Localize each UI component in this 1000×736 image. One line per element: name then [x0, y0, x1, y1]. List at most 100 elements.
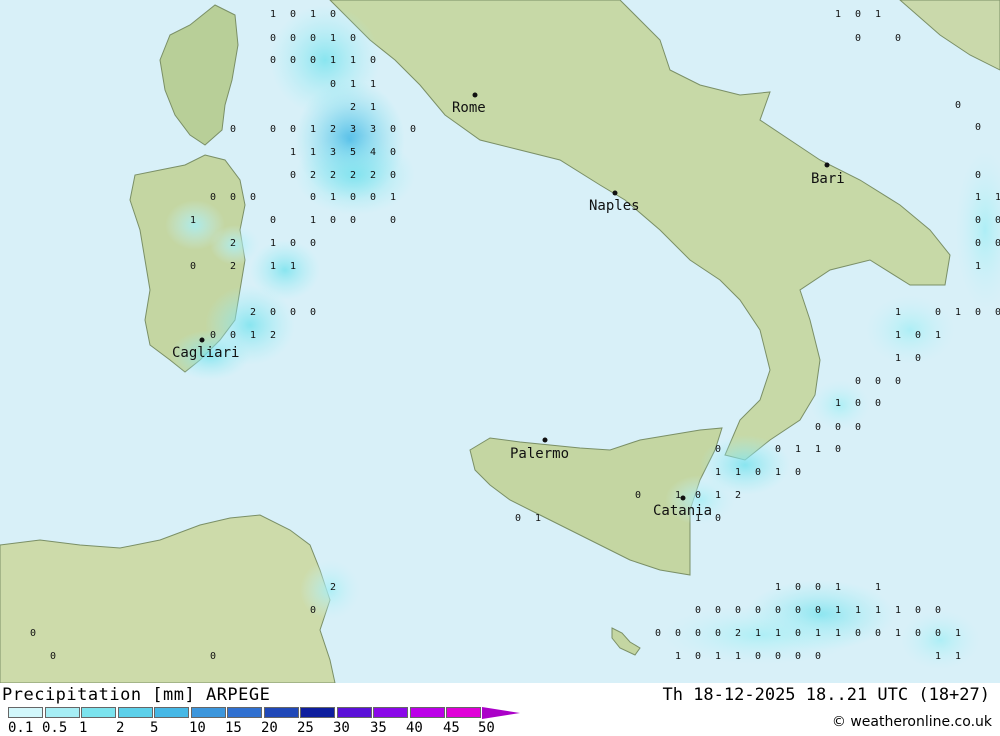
city-dot [824, 162, 830, 168]
precip-value-label: 0 [855, 628, 861, 639]
scale-swatch [409, 707, 445, 718]
precip-value-label: 0 [50, 651, 56, 662]
precip-value-label: 2 [270, 330, 276, 341]
precip-value-label: 2 [330, 170, 336, 181]
precip-value-label: 2 [230, 261, 236, 272]
precip-value-label: 0 [875, 628, 881, 639]
precip-value-label: 1 [935, 330, 941, 341]
precip-value-label: 1 [270, 9, 276, 20]
scale-tick-label: 40 [406, 720, 423, 736]
precip-value-label: 1 [695, 513, 701, 524]
precip-value-label: 0 [755, 651, 761, 662]
precip-value-label: 1 [895, 307, 901, 318]
precip-value-label: 1 [270, 238, 276, 249]
precip-value-label: 1 [310, 215, 316, 226]
precip-value-label: 1 [895, 353, 901, 364]
precip-value-label: 0 [310, 238, 316, 249]
precip-value-label: 1 [975, 192, 981, 203]
precip-value-label: 0 [895, 33, 901, 44]
precip-area [270, 5, 380, 115]
precip-value-label: 0 [210, 192, 216, 203]
precip-value-label: 0 [270, 124, 276, 135]
precip-value-label: 1 [955, 628, 961, 639]
scale-arrow [482, 707, 520, 719]
precip-value-label: 0 [875, 376, 881, 387]
precip-value-label: 1 [715, 490, 721, 501]
precip-value-label: 0 [290, 33, 296, 44]
city-label-cagliari: Cagliari [172, 345, 239, 361]
precip-value-label: 0 [695, 651, 701, 662]
precip-value-label: 1 [310, 124, 316, 135]
precip-value-label: 2 [735, 490, 741, 501]
city-label-palermo: Palermo [510, 446, 569, 462]
precip-value-label: 0 [895, 376, 901, 387]
precip-value-label: 0 [270, 215, 276, 226]
precip-value-label: 0 [290, 307, 296, 318]
precip-value-label: 1 [835, 9, 841, 20]
precip-value-label: 0 [975, 238, 981, 249]
precip-value-label: 1 [815, 444, 821, 455]
precip-value-label: 0 [855, 33, 861, 44]
precip-value-label: 0 [715, 444, 721, 455]
precip-value-label: 0 [795, 467, 801, 478]
scale-tick-label: 30 [333, 720, 350, 736]
precip-value-label: 1 [735, 467, 741, 478]
scale-tick-label: 15 [225, 720, 242, 736]
precip-value-label: 0 [795, 651, 801, 662]
scale-swatch [117, 707, 153, 718]
precip-value-label: 0 [30, 628, 36, 639]
map-canvas: Rome Naples Bari Cagliari Palermo Catani… [0, 0, 1000, 684]
precip-value-label: 0 [795, 582, 801, 593]
precip-value-label: 0 [815, 422, 821, 433]
precip-value-label: 1 [935, 651, 941, 662]
precip-value-label: 0 [815, 582, 821, 593]
scale-swatch [373, 707, 408, 718]
precip-value-label: 0 [935, 605, 941, 616]
precip-value-label: 0 [390, 124, 396, 135]
precip-value-label: 0 [350, 215, 356, 226]
precip-value-label: 5 [350, 147, 356, 158]
scale-tick-label: 25 [297, 720, 314, 736]
precip-value-label: 0 [210, 330, 216, 341]
precip-value-label: 0 [410, 124, 416, 135]
precip-value-label: 0 [330, 9, 336, 20]
precip-value-label: 0 [715, 605, 721, 616]
scale-swatch [263, 707, 299, 718]
precip-value-label: 2 [350, 170, 356, 181]
precip-value-label: 0 [330, 79, 336, 90]
precip-value-label: 0 [270, 307, 276, 318]
precip-value-label: 0 [835, 422, 841, 433]
precip-value-label: 0 [270, 33, 276, 44]
map-title: Precipitation [mm] ARPEGE [2, 685, 271, 705]
precip-value-label: 0 [715, 628, 721, 639]
precip-value-label: 1 [330, 55, 336, 66]
precip-value-label: 0 [795, 628, 801, 639]
precip-value-label: 0 [995, 238, 1000, 249]
precip-color-scale [8, 707, 528, 720]
precip-value-label: 1 [975, 261, 981, 272]
precip-value-label: 3 [370, 124, 376, 135]
precip-value-label: 1 [290, 147, 296, 158]
city-label-catania: Catania [653, 503, 712, 519]
city-label-bari: Bari [811, 171, 845, 187]
precip-value-label: 2 [735, 628, 741, 639]
precip-value-label: 0 [695, 490, 701, 501]
precip-value-label: 0 [250, 192, 256, 203]
precip-value-label: 0 [290, 238, 296, 249]
credit-link[interactable]: © weatheronline.co.uk [832, 714, 992, 730]
precip-value-label: 0 [815, 651, 821, 662]
precip-value-label: 0 [230, 192, 236, 203]
scale-swatch [8, 707, 43, 718]
precip-value-label: 0 [735, 605, 741, 616]
city-dot [612, 190, 618, 196]
city-dot [199, 337, 205, 343]
precip-value-label: 1 [370, 79, 376, 90]
precip-value-label: 1 [955, 651, 961, 662]
scale-tick-label: 45 [443, 720, 460, 736]
scale-tick-label: 20 [261, 720, 278, 736]
precip-value-label: 0 [655, 628, 661, 639]
city-dot [542, 437, 548, 443]
precip-value-label: 0 [995, 307, 1000, 318]
scale-swatch [300, 707, 335, 718]
precip-value-label: 1 [390, 192, 396, 203]
